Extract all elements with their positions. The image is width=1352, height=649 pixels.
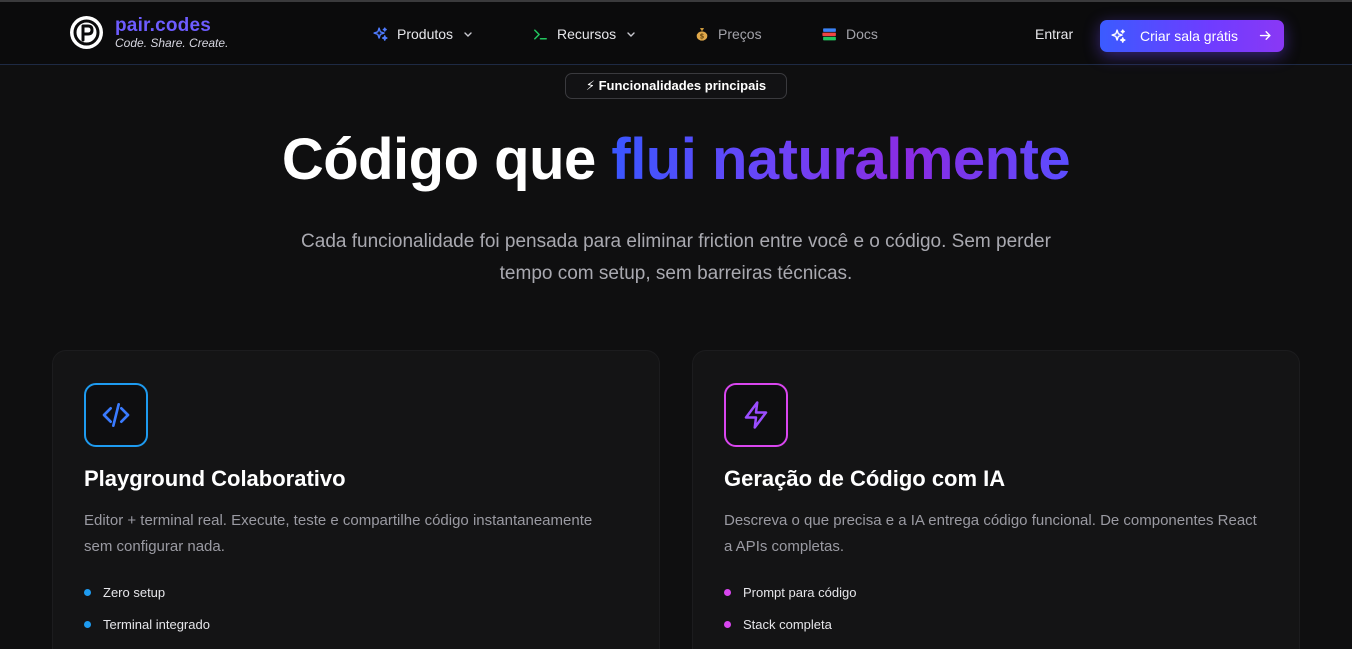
brand-logo[interactable]: pair.codes Code. Share. Create.	[70, 16, 228, 49]
feature-title: Playground Colaborativo	[84, 466, 346, 491]
feature-bullet-label: Zero setup	[103, 585, 166, 600]
feature-bullet: Terminal integrado	[84, 617, 210, 632]
bullet-dot	[724, 621, 731, 628]
nav-label-docs: Docs	[846, 26, 878, 42]
feature-bullet: Zero setup	[84, 585, 165, 600]
nav-label-recursos: Recursos	[557, 26, 617, 42]
code-icon	[84, 383, 148, 447]
chevron-down-icon	[463, 29, 473, 39]
books-icon	[821, 26, 838, 42]
nav-label-produtos: Produtos	[397, 26, 454, 42]
bullet-dot	[84, 621, 91, 628]
feature-description: Descreva o que precisa e a IA entrega có…	[724, 512, 1257, 555]
brand-name: pair.codes	[115, 15, 211, 36]
nav-item-recursos[interactable]: Recursos	[532, 22, 636, 46]
nav-item-docs[interactable]: Docs	[821, 22, 878, 46]
nav-item-produtos[interactable]: Produtos	[372, 22, 473, 46]
feature-bullet-label: Prompt para código	[743, 585, 857, 600]
brand-tagline: Code. Share. Create.	[115, 36, 229, 50]
chevron-down-icon	[626, 29, 636, 39]
login-link[interactable]: Entrar	[1035, 26, 1073, 42]
feature-card-ai-generation: Geração de Código com IA Descreva o que …	[692, 350, 1300, 649]
money-bag-icon: $	[694, 26, 710, 42]
pair-codes-logo-icon	[70, 16, 103, 49]
create-room-label: Criar sala grátis	[1140, 28, 1239, 44]
hero-title-plain: Código que	[281, 127, 612, 192]
sparkles-icon	[1110, 28, 1127, 48]
hero-title-highlight: flui naturalmente	[611, 127, 1071, 192]
nav-item-precos[interactable]: $ Preços	[694, 22, 762, 46]
feature-bullet: Stack completa	[724, 617, 832, 632]
features-badge: ⚡ Funcionalidades principais	[565, 73, 787, 99]
hero-subtitle: Cada funcionalidade foi pensada para eli…	[301, 231, 1051, 284]
bullet-dot	[84, 589, 91, 596]
feature-description: Editor + terminal real. Execute, teste e…	[84, 512, 593, 555]
svg-text:$: $	[700, 33, 705, 41]
arrow-right-icon	[1258, 28, 1273, 46]
feature-title: Geração de Código com IA	[724, 466, 1006, 491]
terminal-icon	[532, 26, 549, 43]
create-room-button[interactable]: Criar sala grátis	[1100, 20, 1284, 52]
feature-bullet-label: Terminal integrado	[103, 617, 210, 632]
top-navbar: pair.codes Code. Share. Create. Produtos…	[0, 2, 1352, 65]
sparkles-icon	[372, 26, 389, 43]
feature-bullet-label: Stack completa	[743, 617, 832, 632]
bullet-dot	[724, 589, 731, 596]
feature-card-playground: Playground Colaborativo Editor + termina…	[52, 350, 660, 649]
hero-title: Código que flui naturalmente	[0, 126, 1352, 194]
nav-label-precos: Preços	[718, 26, 762, 42]
lightning-icon	[724, 383, 788, 447]
feature-bullet: Prompt para código	[724, 585, 856, 600]
